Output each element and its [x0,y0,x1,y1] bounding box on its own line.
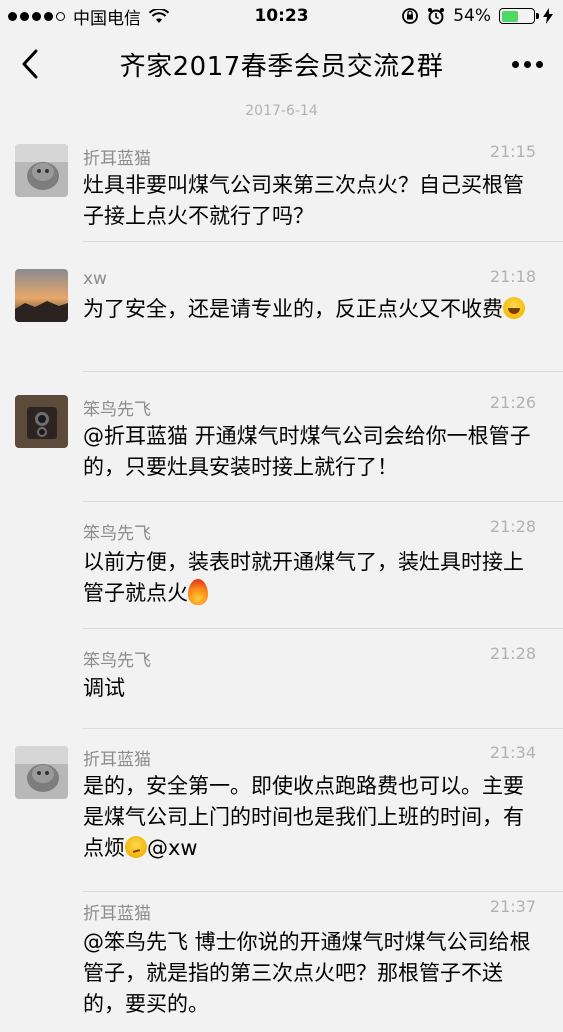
message-time: 21:15 [489,142,536,161]
message-time: 21:37 [489,897,536,916]
avatar[interactable] [15,395,68,448]
message-time: 21:18 [489,267,536,286]
sender-name: 折耳蓝猫 [83,750,151,770]
camera-avatar-icon [15,395,68,448]
message-text: 以前方便，装表时就开通煤气了，装灶具时接上管子就点火 [83,547,543,609]
sender-name: 笨鸟先飞 [83,651,151,671]
sender-name: 笨鸟先飞 [83,524,151,544]
more-dots-icon [511,60,519,68]
sender-name: 折耳蓝猫 [83,904,151,924]
message-item[interactable]: 折耳蓝猫 21:37 @笨鸟先飞 博士你说的开通煤气时煤气公司给根管子，就是指的… [0,892,563,1032]
message-text-body: 为了安全，还是请专业的，反正点火又不收费 [83,297,503,321]
chat-title: 齐家2017春季会员交流2群 [119,51,444,82]
message-text: 调试 [83,676,125,700]
carrier-label: 中国电信 [73,8,141,29]
sunset-avatar-icon [15,269,68,322]
status-bar: 中国电信 10:23 54% [0,0,563,32]
message-text: 灶具非要叫煤气公司来第三次点火？自己买根管子接上点火不就行了吗？ [83,173,524,228]
message-text: 是的，安全第一。即使收点跑路费也可以。主要是煤气公司上门的时间也是我们上班的时间… [83,771,543,864]
battery-percent: 54% [453,6,491,26]
avatar[interactable] [15,144,68,197]
message-time: 21:34 [489,743,536,762]
charging-bolt-icon [543,8,553,24]
thinking-emoji-icon [125,836,147,858]
alarm-icon [428,8,445,25]
message-time: 21:28 [489,644,536,663]
message-item[interactable]: 笨鸟先飞 21:28 调试 [0,629,563,729]
message-item[interactable]: 笨鸟先飞 21:28 以前方便，装表时就开通煤气了，装灶具时接上管子就点火 [0,502,563,629]
wifi-icon [149,8,169,23]
avatar[interactable] [15,746,68,799]
more-button[interactable] [505,42,549,86]
message-item[interactable]: 折耳蓝猫 21:15 灶具非要叫煤气公司来第三次点火？自己买根管子接上点火不就行… [0,132,563,242]
sender-name: xw [83,269,107,289]
battery-icon [499,8,539,24]
message-time: 21:26 [489,393,536,412]
cat-avatar-icon [15,746,68,799]
rotation-lock-icon [402,8,419,24]
message-text: 为了安全，还是请专业的，反正点火又不收费 [83,294,543,325]
cat-avatar-icon [15,144,68,197]
message-item[interactable]: 折耳蓝猫 21:34 是的，安全第一。即使收点跑路费也可以。主要是煤气公司上门的… [0,729,563,892]
navigation-bar: 齐家2017春季会员交流2群 [0,32,563,96]
message-item[interactable]: 笨鸟先飞 21:26 @折耳蓝猫 开通煤气时煤气公司会给你一根管子的，只要灶具安… [0,372,563,502]
message-item[interactable]: xw 21:18 为了安全，还是请专业的，反正点火又不收费 [0,242,563,372]
message-text: @笨鸟先飞 博士你说的开通煤气时煤气公司给根管子，就是指的第三次点火吧？那根管子… [83,930,531,1016]
message-time: 21:28 [489,517,536,536]
message-text: @折耳蓝猫 开通煤气时煤气公司会给你一根管子的，只要灶具安装时接上就行了！ [83,424,531,479]
message-text-body: 以前方便，装表时就开通煤气了，装灶具时接上管子就点火 [83,550,524,605]
chevron-left-icon [22,49,38,79]
laughing-emoji-icon [503,297,525,319]
signal-dots-icon [8,11,65,21]
fire-emoji-icon [188,579,208,605]
sender-name: 折耳蓝猫 [83,149,151,169]
mention-text: @xw [147,836,198,860]
sender-name: 笨鸟先飞 [83,400,151,420]
back-button[interactable] [10,42,50,86]
avatar[interactable] [15,269,68,322]
date-separator: 2017-6-14 [245,103,318,119]
